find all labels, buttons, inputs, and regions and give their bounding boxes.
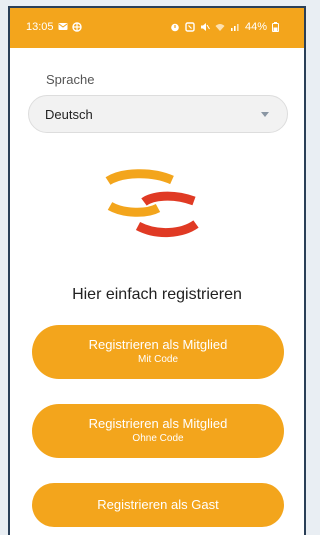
signal-icon — [230, 22, 240, 32]
page-title: Hier einfach registrieren — [72, 286, 242, 303]
status-right: 44% — [170, 21, 282, 33]
register-member-with-code-button[interactable]: Registrieren als Mitglied Mit Code — [32, 325, 284, 379]
language-selected-value: Deutsch — [45, 107, 93, 122]
status-left: 13:05 — [26, 21, 82, 33]
app-notification-icon — [71, 22, 82, 32]
nfc-icon — [185, 22, 195, 32]
mute-icon — [200, 22, 210, 32]
battery-icon — [272, 22, 282, 32]
app-frame: 13:05 44% Sprache Deutsch Hier einfach r… — [8, 6, 306, 535]
status-time: 13:05 — [26, 21, 54, 33]
app-logo — [102, 168, 202, 243]
register-guest-button[interactable]: Registrieren als Gast — [32, 483, 284, 527]
register-member-without-code-button[interactable]: Registrieren als Mitglied Ohne Code — [32, 404, 284, 458]
chevron-down-icon — [261, 112, 269, 117]
button-subtitle: Mit Code — [137, 354, 178, 365]
button-title: Registrieren als Mitglied — [88, 416, 228, 431]
language-label: Sprache — [46, 72, 95, 87]
status-bar: 13:05 44% — [10, 8, 304, 48]
wifi-icon — [215, 22, 225, 32]
message-icon — [58, 22, 68, 32]
alarm-icon — [170, 22, 180, 32]
button-title: Registrieren als Gast — [97, 497, 219, 512]
button-subtitle: Ohne Code — [132, 433, 184, 444]
button-title: Registrieren als Mitglied — [88, 337, 228, 352]
battery-percent: 44% — [244, 21, 267, 33]
language-select[interactable]: Deutsch — [28, 95, 288, 133]
